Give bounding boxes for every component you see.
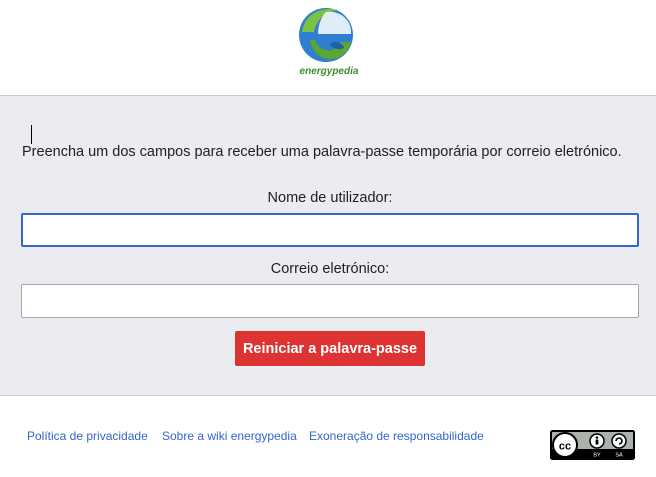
username-label: Nome de utilizador:: [267, 190, 393, 206]
reset-password-button[interactable]: Reiniciar a palavra-passe: [235, 331, 425, 366]
svg-text:cc: cc: [559, 441, 571, 453]
about-wiki-link[interactable]: Sobre a wiki energypedia: [162, 429, 297, 443]
text-caret: [31, 125, 32, 144]
cc-by-sa-icon[interactable]: cc BY SA: [550, 430, 635, 460]
intro-text: Preencha um dos campos para receber uma …: [22, 144, 622, 160]
svg-text:BY: BY: [593, 453, 601, 459]
energypedia-logo[interactable]: energypedia: [296, 4, 362, 78]
logo-wordmark: energypedia: [300, 66, 359, 77]
page-header: energypedia: [0, 0, 656, 96]
privacy-policy-link[interactable]: Política de privacidade: [27, 429, 148, 443]
email-input[interactable]: [21, 284, 639, 318]
svg-text:SA: SA: [615, 453, 623, 459]
username-input[interactable]: [21, 213, 639, 247]
page-footer: Política de privacidade Sobre a wiki ene…: [0, 397, 656, 477]
disclaimer-link[interactable]: Exoneração de responsabilidade: [309, 429, 484, 443]
